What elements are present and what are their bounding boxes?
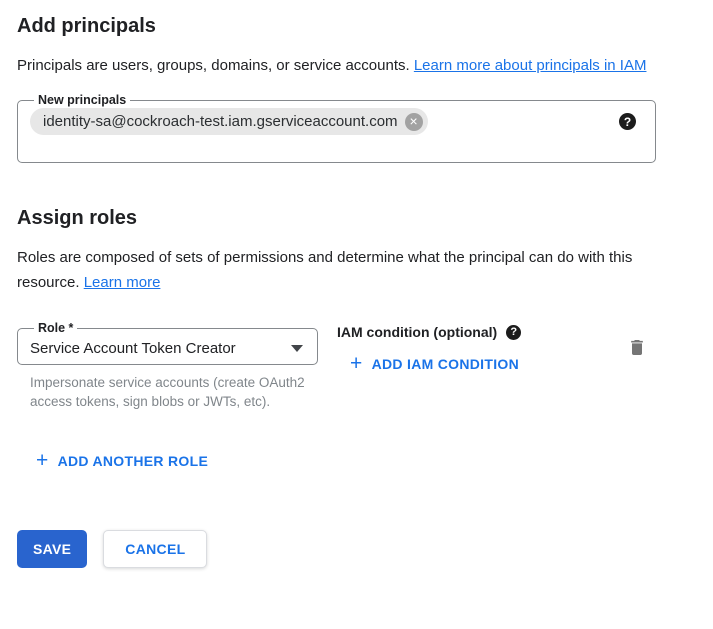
add-iam-condition-button[interactable]: + ADD IAM CONDITION [350, 355, 519, 373]
add-iam-condition-label: ADD IAM CONDITION [372, 356, 519, 372]
add-another-role-label: ADD ANOTHER ROLE [58, 453, 209, 469]
principal-chip: identity-sa@cockroach-test.iam.gservicea… [30, 108, 428, 135]
role-selected-value: Service Account Token Creator [30, 340, 236, 357]
page-title: Add principals [17, 14, 656, 38]
save-button[interactable]: SAVE [17, 530, 87, 568]
iam-condition-column: IAM condition (optional) ? + ADD IAM CON… [337, 321, 521, 375]
role-row: Role * Service Account Token Creator Imp… [17, 321, 656, 411]
roles-description: Roles are composed of sets of permission… [17, 245, 656, 295]
role-helper-text: Impersonate service accounts (create OAu… [17, 374, 312, 411]
principals-description: Principals are users, groups, domains, o… [17, 53, 656, 78]
chevron-down-icon [291, 345, 303, 352]
assign-roles-title: Assign roles [17, 206, 656, 230]
iam-condition-help-icon[interactable]: ? [506, 325, 521, 340]
add-principals-panel: Add principals Principals are users, gro… [0, 0, 713, 568]
iam-condition-label: IAM condition (optional) [337, 324, 497, 340]
delete-role-button[interactable] [627, 337, 647, 358]
plus-icon: + [350, 355, 363, 373]
learn-more-principals-link[interactable]: Learn more about principals in IAM [414, 57, 647, 74]
trash-icon [627, 337, 647, 358]
learn-more-roles-link[interactable]: Learn more [84, 274, 161, 291]
role-label: Role * [34, 321, 77, 335]
cancel-button[interactable]: CANCEL [103, 530, 207, 568]
plus-icon: + [36, 452, 49, 470]
principals-description-text: Principals are users, groups, domains, o… [17, 57, 414, 74]
new-principals-input[interactable]: New principals identity-sa@cockroach-tes… [17, 93, 656, 163]
role-column: Role * Service Account Token Creator Imp… [17, 321, 318, 411]
new-principals-help-icon[interactable]: ? [619, 113, 636, 130]
add-another-role-button[interactable]: + ADD ANOTHER ROLE [36, 452, 208, 470]
chip-remove-icon[interactable]: × [405, 113, 423, 131]
dialog-actions: SAVE CANCEL [17, 530, 656, 568]
new-principals-label: New principals [34, 93, 130, 107]
principal-chip-text: identity-sa@cockroach-test.iam.gservicea… [43, 113, 398, 130]
role-select[interactable]: Role * Service Account Token Creator [17, 321, 318, 365]
